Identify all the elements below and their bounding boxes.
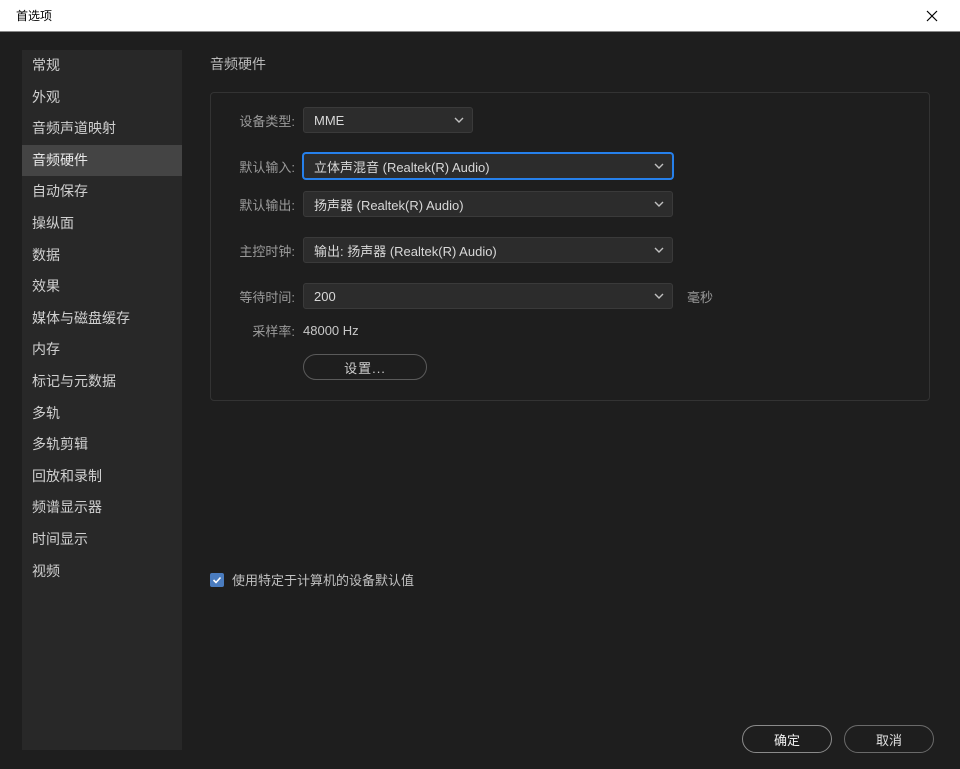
sidebar-item-time[interactable]: 时间显示 — [22, 524, 182, 556]
row-master-clock: 主控时钟: 输出: 扬声器 (Realtek(R) Audio) — [227, 237, 913, 263]
sidebar-item-multitrack[interactable]: 多轨 — [22, 398, 182, 430]
sidebar-item-multitrack-clips[interactable]: 多轨剪辑 — [22, 429, 182, 461]
cancel-button[interactable]: 取消 — [844, 725, 934, 753]
checkbox-row: 使用特定于计算机的设备默认值 — [210, 570, 414, 589]
sidebar-item-control-surface[interactable]: 操纵面 — [22, 208, 182, 240]
settings-button[interactable]: 设置... — [303, 354, 427, 380]
label-sample-rate: 采样率: — [227, 321, 295, 340]
select-value: 200 — [314, 289, 336, 304]
label-master-clock: 主控时钟: — [227, 241, 295, 260]
sample-rate-value: 48000 Hz — [303, 323, 359, 338]
label-latency: 等待时间: — [227, 287, 295, 306]
check-icon — [212, 575, 222, 585]
checkbox-label: 使用特定于计算机的设备默认值 — [232, 570, 414, 589]
select-latency[interactable]: 200 — [303, 283, 673, 309]
footer: 确定 取消 — [742, 725, 934, 753]
select-value: 输出: 扬声器 (Realtek(R) Audio) — [314, 241, 497, 260]
chevron-down-icon — [654, 291, 664, 301]
sidebar-item-channel-mapping[interactable]: 音频声道映射 — [22, 113, 182, 145]
row-device-type: 设备类型: MME — [227, 107, 913, 133]
chevron-down-icon — [654, 199, 664, 209]
row-sample-rate: 采样率: 48000 Hz — [227, 321, 913, 340]
form-panel: 设备类型: MME 默认输入: 立体声混音 (Realtek(R) Audio)… — [210, 92, 930, 401]
label-device-type: 设备类型: — [227, 111, 295, 130]
sidebar-item-memory[interactable]: 内存 — [22, 334, 182, 366]
select-value: 立体声混音 (Realtek(R) Audio) — [314, 157, 490, 176]
sidebar-item-general[interactable]: 常规 — [22, 50, 182, 82]
close-icon — [926, 10, 938, 22]
sidebar-item-autosave[interactable]: 自动保存 — [22, 176, 182, 208]
sidebar-item-effects[interactable]: 效果 — [22, 271, 182, 303]
row-latency: 等待时间: 200 毫秒 — [227, 283, 913, 309]
sidebar-item-media-cache[interactable]: 媒体与磁盘缓存 — [22, 303, 182, 335]
select-master-clock[interactable]: 输出: 扬声器 (Realtek(R) Audio) — [303, 237, 673, 263]
row-default-input: 默认输入: 立体声混音 (Realtek(R) Audio) — [227, 153, 913, 179]
window-title: 首选项 — [16, 7, 52, 24]
sidebar-item-video[interactable]: 视频 — [22, 556, 182, 588]
select-default-input[interactable]: 立体声混音 (Realtek(R) Audio) — [303, 153, 673, 179]
latency-suffix: 毫秒 — [687, 287, 713, 306]
label-default-output: 默认输出: — [227, 195, 295, 214]
checkbox-machine-defaults[interactable] — [210, 573, 224, 587]
select-value: MME — [314, 113, 344, 128]
sidebar: 常规 外观 音频声道映射 音频硬件 自动保存 操纵面 数据 效果 媒体与磁盘缓存… — [22, 50, 182, 750]
sidebar-item-data[interactable]: 数据 — [22, 240, 182, 272]
sidebar-item-playback[interactable]: 回放和录制 — [22, 461, 182, 493]
select-value: 扬声器 (Realtek(R) Audio) — [314, 195, 464, 214]
chevron-down-icon — [454, 115, 464, 125]
titlebar: 首选项 — [0, 0, 960, 32]
chevron-down-icon — [654, 161, 664, 171]
section-title: 音频硬件 — [210, 54, 930, 74]
select-device-type[interactable]: MME — [303, 107, 473, 133]
ok-button[interactable]: 确定 — [742, 725, 832, 753]
content: 常规 外观 音频声道映射 音频硬件 自动保存 操纵面 数据 效果 媒体与磁盘缓存… — [0, 32, 960, 769]
sidebar-item-markers[interactable]: 标记与元数据 — [22, 366, 182, 398]
main-panel: 音频硬件 设备类型: MME 默认输入: 立体声混音 (Realtek(R) A… — [210, 54, 930, 401]
sidebar-item-spectral[interactable]: 频谱显示器 — [22, 492, 182, 524]
sidebar-item-appearance[interactable]: 外观 — [22, 82, 182, 114]
label-default-input: 默认输入: — [227, 157, 295, 176]
chevron-down-icon — [654, 245, 664, 255]
sidebar-item-audio-hardware[interactable]: 音频硬件 — [22, 145, 182, 177]
close-button[interactable] — [912, 1, 952, 31]
row-default-output: 默认输出: 扬声器 (Realtek(R) Audio) — [227, 191, 913, 217]
select-default-output[interactable]: 扬声器 (Realtek(R) Audio) — [303, 191, 673, 217]
